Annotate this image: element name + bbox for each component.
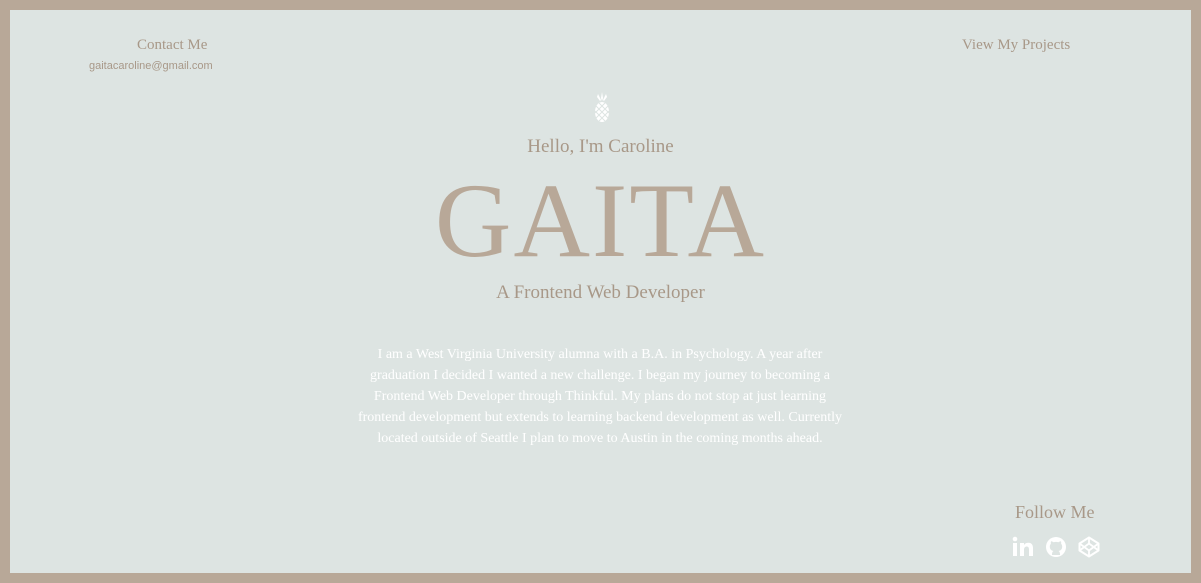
- linkedin-icon[interactable]: [1012, 536, 1034, 558]
- bio-paragraph: I am a West Virginia University alumna w…: [357, 347, 843, 446]
- contact-me-link[interactable]: Contact Me: [137, 37, 207, 54]
- follow-me-label: Follow Me: [1015, 502, 1095, 522]
- name-heading: GAITA: [434, 162, 767, 279]
- view-projects-link[interactable]: View My Projects: [962, 37, 1070, 54]
- role-subtitle: A Frontend Web Developer: [496, 282, 705, 303]
- page-frame: Contact Me gaitacaroline@gmail.com View …: [10, 10, 1191, 573]
- github-icon[interactable]: [1045, 536, 1067, 558]
- pineapple-icon: [593, 92, 611, 124]
- social-links: [1012, 536, 1100, 558]
- codepen-icon[interactable]: [1078, 536, 1100, 558]
- greeting-text: Hello, I'm Caroline: [527, 136, 674, 157]
- email-link[interactable]: gaitacaroline@gmail.com: [89, 60, 213, 72]
